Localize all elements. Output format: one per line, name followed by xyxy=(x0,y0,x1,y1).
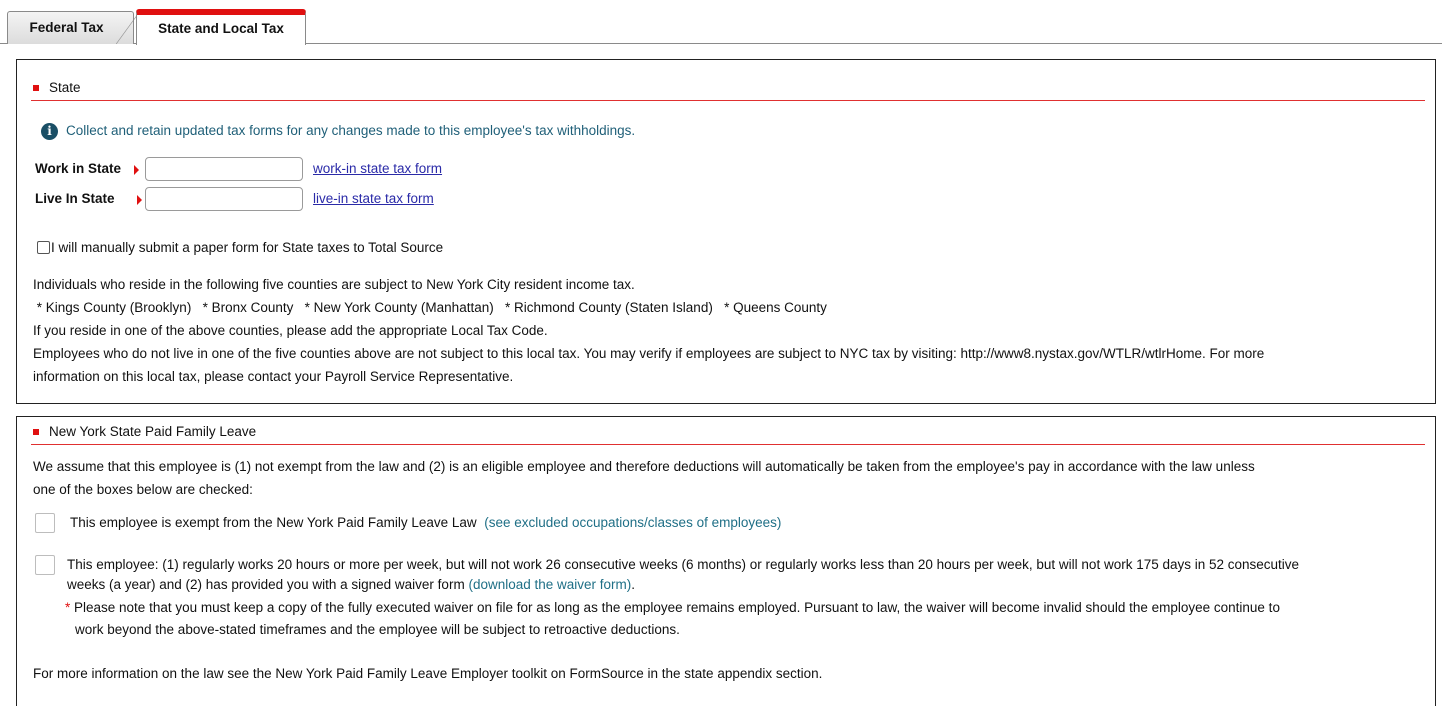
state-panel: State i Collect and retain updated tax fo… xyxy=(16,59,1436,404)
state-section-title: State xyxy=(49,80,81,95)
exempt-option-label: This employee is exempt from the New Yor… xyxy=(70,515,477,530)
manual-submit-checkbox[interactable] xyxy=(37,241,50,254)
section-marker-icon xyxy=(33,429,39,435)
tab-federal-tax[interactable]: Federal Tax xyxy=(7,11,134,44)
exempt-checkbox[interactable] xyxy=(35,513,55,533)
state-section-header: State xyxy=(31,78,1425,101)
excluded-occupations-link[interactable]: (see excluded occupations/classes of emp… xyxy=(484,515,781,530)
tab-state-and-local-tax[interactable]: State and Local Tax xyxy=(136,9,306,45)
section-marker-icon xyxy=(33,85,39,91)
pfl-footer-text: For more information on the law see the … xyxy=(33,666,823,681)
live-in-state-input[interactable] xyxy=(145,187,303,211)
pfl-section-header: New York State Paid Family Leave xyxy=(31,422,1425,445)
required-marker-icon xyxy=(134,165,139,175)
waiver-option-line-1: This employee: (1) regularly works 20 ho… xyxy=(67,557,1300,572)
info-message-text: Collect and retain updated tax forms for… xyxy=(66,123,636,139)
pfl-intro-line-2: one of the boxes below are checked: xyxy=(33,482,253,497)
live-in-state-tax-form-link[interactable]: live-in state tax form xyxy=(313,191,434,206)
pfl-section-title: New York State Paid Family Leave xyxy=(49,424,257,439)
exempt-option-text: This employee is exempt from the New Yor… xyxy=(70,515,781,530)
waiver-note-line-2: work beyond the above-stated timeframes … xyxy=(75,622,680,637)
waiver-note-line-1: * Please note that you must keep a copy … xyxy=(65,600,1280,615)
download-waiver-form-link[interactable]: (download the waiver form) xyxy=(468,577,631,592)
waiver-option-line-2: weeks (a year) and (2) has provided you … xyxy=(67,577,635,592)
pfl-intro-line-1: We assume that this employee is (1) not … xyxy=(33,459,1255,474)
nyc-tax-text-5: information on this local tax, please co… xyxy=(33,369,514,384)
info-message: i Collect and retain updated tax forms fo… xyxy=(41,123,635,140)
work-in-state-input[interactable] xyxy=(145,157,303,181)
required-marker-icon xyxy=(137,195,142,205)
nyc-tax-text-3: If you reside in one of the above counti… xyxy=(33,323,548,338)
tab-bar: Federal Tax State and Local Tax xyxy=(0,0,1442,45)
live-in-state-label: Live In State xyxy=(35,191,115,206)
manual-submit-label: I will manually submit a paper form for … xyxy=(51,240,444,255)
paid-family-leave-panel: New York State Paid Family Leave We assu… xyxy=(16,416,1436,706)
work-in-state-tax-form-link[interactable]: work-in state tax form xyxy=(313,161,442,176)
nyc-tax-text-1: Individuals who reside in the following … xyxy=(33,277,635,292)
waiver-checkbox[interactable] xyxy=(35,555,55,575)
nyc-counties-list: * Kings County (Brooklyn) * Bronx County… xyxy=(33,300,827,315)
nyc-tax-text-4: Employees who do not live in one of the … xyxy=(33,346,1265,361)
waiver-option-text: weeks (a year) and (2) has provided you … xyxy=(67,577,465,592)
waiver-note-text-1: Please note that you must keep a copy of… xyxy=(70,600,1280,615)
waiver-option-period: . xyxy=(631,577,636,592)
work-in-state-label: Work in State xyxy=(35,161,122,176)
info-icon: i xyxy=(41,123,58,140)
